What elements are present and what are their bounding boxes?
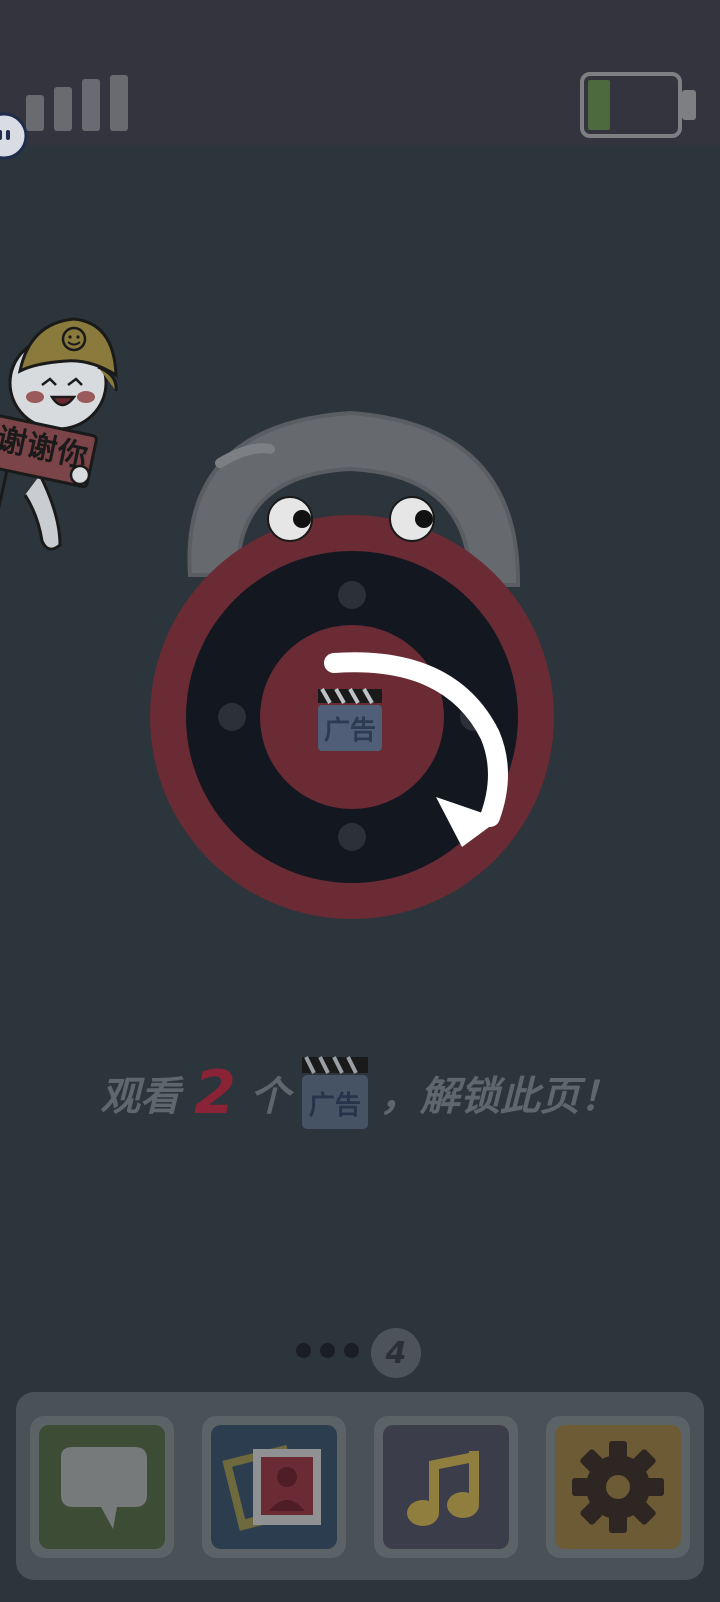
thank-you-sticker: 谢谢你 <box>0 305 130 565</box>
battery-icon <box>580 72 696 138</box>
mini-mascot-icon[interactable] <box>0 110 30 164</box>
current-page-badge[interactable]: 4 <box>371 1328 421 1378</box>
photos-app-button[interactable] <box>202 1416 346 1558</box>
photo-icon <box>222 1444 321 1531</box>
ad-clapper-icon: 广告 <box>300 1053 370 1133</box>
page-dot[interactable] <box>320 1343 335 1358</box>
page-dot[interactable] <box>296 1343 311 1358</box>
ad-lock[interactable]: 广告 <box>150 405 570 945</box>
ad-count: 2 <box>194 1058 236 1128</box>
prompt-after: ，解锁此页！ <box>379 1074 620 1120</box>
unlock-prompt: 观看 2 个 广告 ，解锁此页！ <box>0 1048 720 1138</box>
lock-ad-label: 广告 <box>323 716 376 746</box>
prompt-before: 观看 <box>100 1074 181 1120</box>
speech-bubble-icon <box>61 1447 147 1529</box>
music-note-icon <box>407 1451 479 1526</box>
music-app-button[interactable] <box>374 1416 518 1558</box>
prompt-ad-label: 广告 <box>308 1091 361 1121</box>
settings-app-button[interactable] <box>546 1416 690 1558</box>
prompt-unit: 个 <box>249 1074 290 1120</box>
gear-icon <box>572 1441 664 1533</box>
page-dot[interactable] <box>344 1343 359 1358</box>
signal-icon <box>26 75 128 131</box>
messages-app-button[interactable] <box>30 1416 174 1558</box>
